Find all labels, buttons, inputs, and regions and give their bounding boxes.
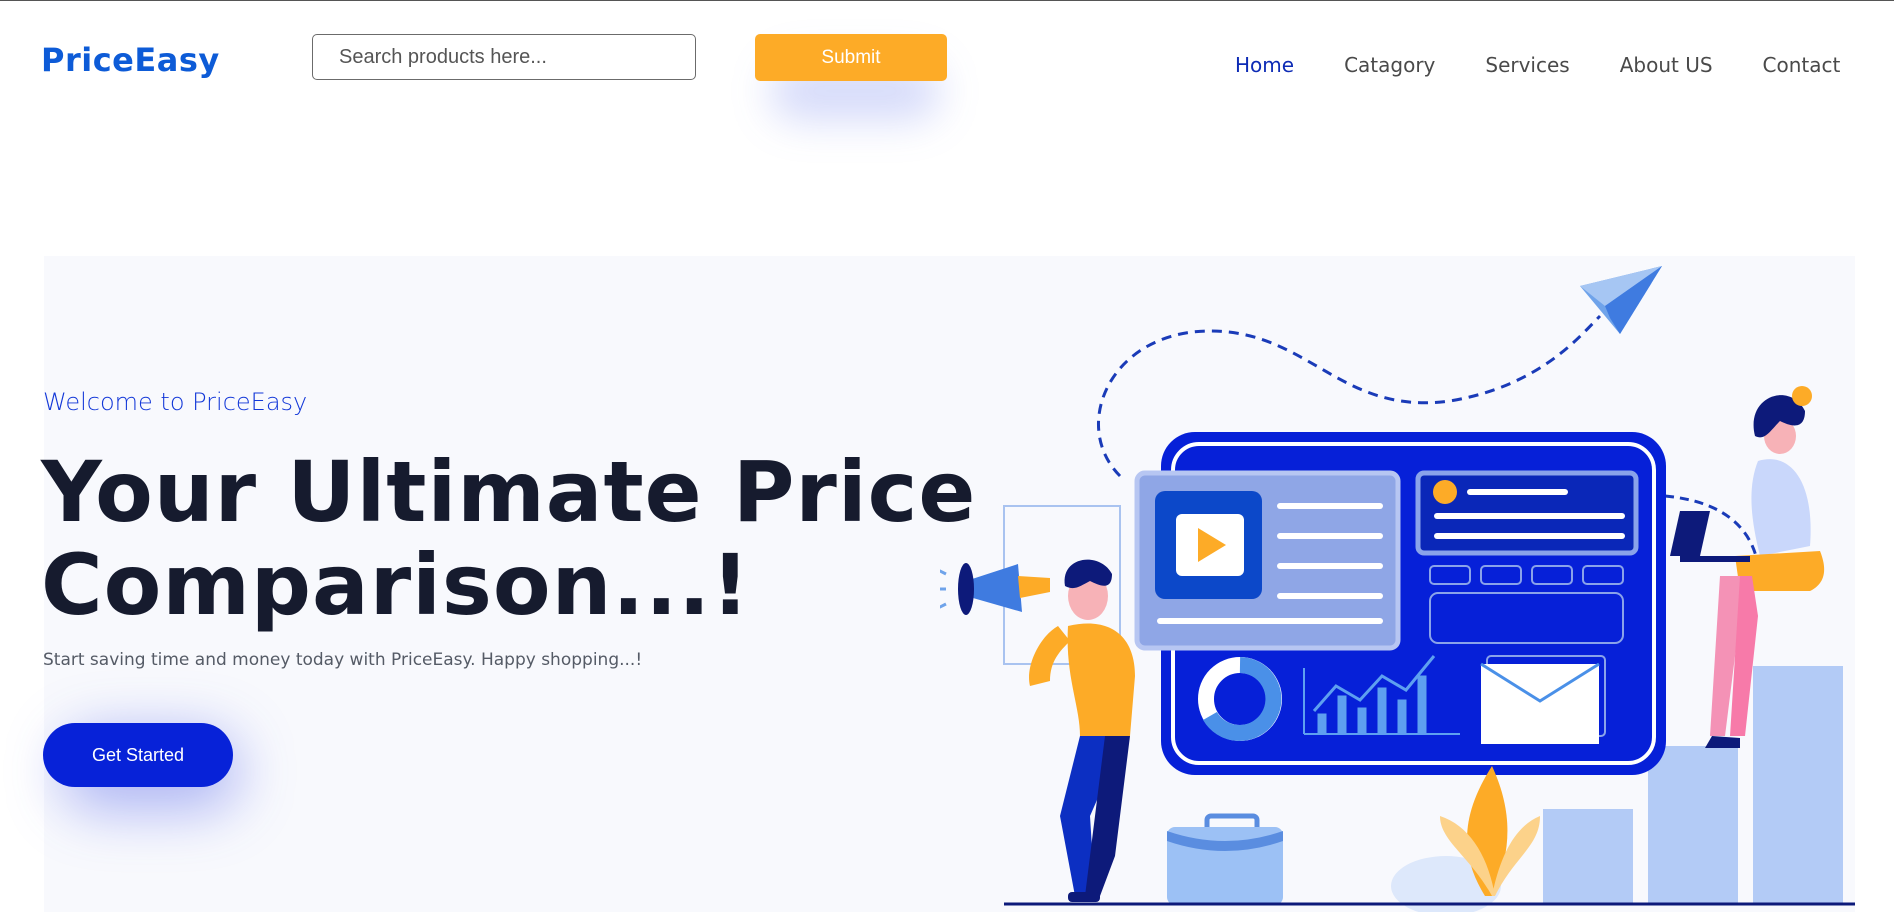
get-started-button[interactable]: Get Started bbox=[43, 723, 233, 787]
plant-decoration bbox=[1391, 766, 1540, 912]
nav-catagory[interactable]: Catagory bbox=[1344, 53, 1435, 77]
envelope-icon bbox=[1480, 662, 1600, 744]
main-nav: Home Catagory Services About US Contact bbox=[1235, 53, 1890, 77]
thumbs-up-icon bbox=[1433, 480, 1457, 504]
hero-welcome-text: Welcome to PriceEasy bbox=[43, 388, 308, 416]
briefcase-icon bbox=[1167, 813, 1283, 905]
submit-button[interactable]: Submit bbox=[755, 34, 947, 81]
megaphone-icon bbox=[940, 563, 1050, 615]
nav-services[interactable]: Services bbox=[1485, 53, 1569, 77]
search-input[interactable] bbox=[312, 34, 696, 80]
man-with-megaphone bbox=[940, 559, 1135, 902]
hero-headline-line-1: Your Ultimate Price bbox=[41, 443, 977, 541]
hero-headline-line-2: Comparison...! bbox=[41, 536, 751, 634]
nav-contact[interactable]: Contact bbox=[1763, 53, 1841, 77]
stair-2 bbox=[1648, 746, 1738, 904]
stair-1 bbox=[1543, 809, 1633, 904]
nav-home[interactable]: Home bbox=[1235, 53, 1294, 77]
nav-about-us[interactable]: About US bbox=[1620, 53, 1713, 77]
site-logo[interactable]: PriceEasy bbox=[41, 41, 220, 79]
hero-headline: Your Ultimate Price Comparison...! bbox=[41, 446, 976, 632]
marketing-dashboard-illustration bbox=[940, 266, 1855, 912]
stair-3 bbox=[1753, 666, 1843, 904]
hero-subtitle: Start saving time and money today with P… bbox=[43, 650, 643, 670]
